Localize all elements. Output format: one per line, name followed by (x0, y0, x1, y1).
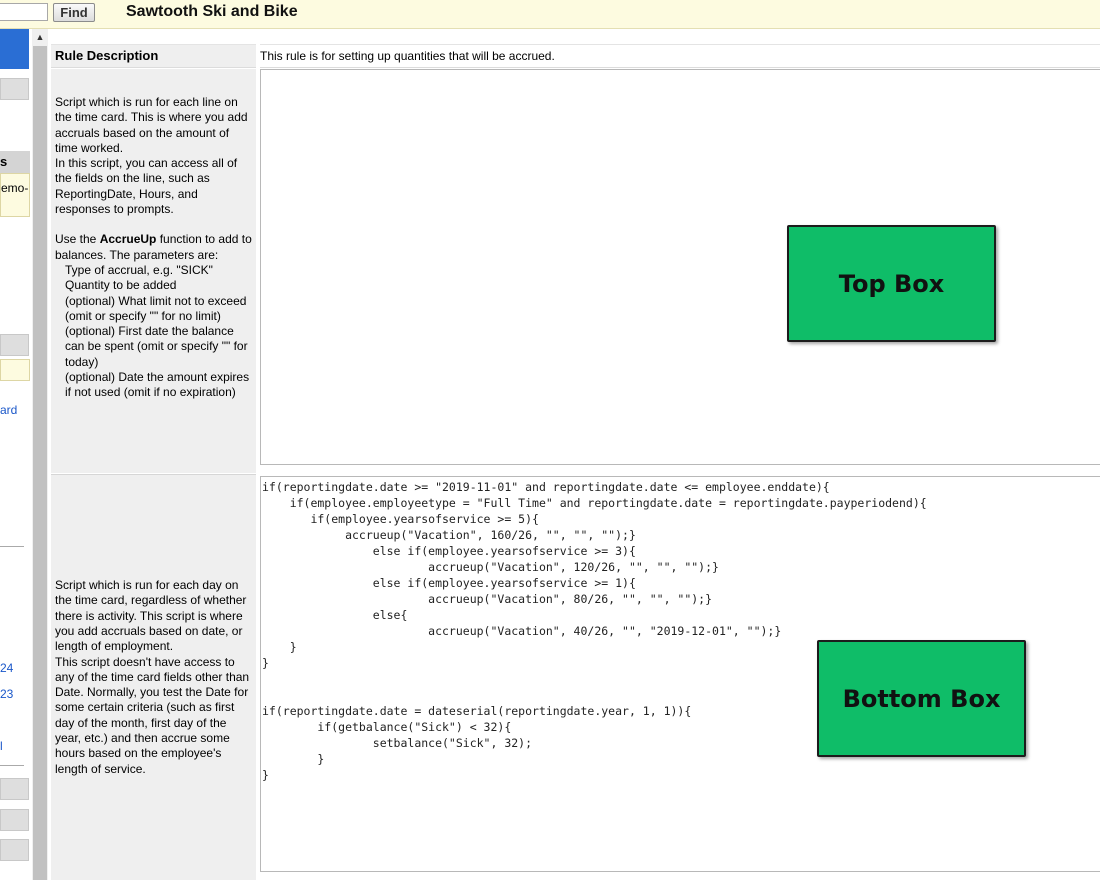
sidebar-button[interactable] (0, 334, 29, 356)
search-input[interactable] (0, 3, 48, 21)
help-text: In this script, you can access all of th… (55, 156, 238, 217)
sidebar-button[interactable] (0, 809, 29, 831)
sidebar-button[interactable] (0, 778, 29, 800)
day-script-help: Script which is run for each day on the … (51, 474, 256, 880)
sidebar-divider (0, 765, 24, 766)
bottom-box-annotation: Bottom Box (817, 640, 1026, 757)
sidebar-link[interactable]: 23 (0, 687, 13, 701)
find-button[interactable]: Find (53, 3, 95, 22)
sidebar-note: emo- (0, 173, 30, 217)
line-script-help: Script which is run for each line on the… (51, 69, 256, 473)
help-text: This script doesn't have access to any o… (55, 654, 250, 776)
sidebar-divider (0, 546, 24, 547)
param-item: Quantity to be added (65, 278, 177, 293)
vertical-scrollbar[interactable]: ▲ (32, 29, 48, 880)
help-text: Use the AccrueUp function to add to bala… (55, 232, 252, 263)
sidebar-link[interactable]: 24 (0, 661, 13, 675)
sidebar-selected-item[interactable] (0, 29, 29, 69)
function-name: AccrueUp (99, 232, 157, 247)
sidebar-button[interactable] (0, 839, 29, 861)
rule-description-value: This rule is for setting up quantities t… (260, 44, 1100, 68)
sidebar-link[interactable]: l (0, 739, 3, 753)
app-title: Sawtooth Ski and Bike (126, 3, 298, 20)
top-bar: Find Sawtooth Ski and Bike (0, 0, 1100, 29)
help-text: Script which is run for each line on the… (55, 95, 248, 155)
param-item: (optional) First date the balance can be… (65, 324, 248, 369)
sidebar: s emo- ard 24 23 l (0, 29, 32, 880)
sidebar-note (0, 359, 30, 381)
top-box-annotation: Top Box (787, 225, 996, 342)
sidebar-section-header: s (0, 151, 30, 173)
help-text-prefix: Use the (55, 232, 100, 247)
param-item: (optional) Date the amount expires if no… (65, 370, 250, 400)
sidebar-button[interactable] (0, 78, 29, 100)
param-item: (optional) What limit not to exceed (omi… (65, 293, 247, 323)
scroll-thumb[interactable] (33, 46, 47, 880)
param-item: Type of accrual, e.g. "SICK" (65, 262, 213, 277)
rule-description-label: Rule Description (51, 44, 256, 68)
help-text: Script which is run for each day on the … (55, 578, 247, 654)
sidebar-link[interactable]: ard (0, 403, 17, 417)
line-script-code[interactable] (261, 70, 1100, 72)
scroll-up-arrow-icon[interactable]: ▲ (32, 29, 48, 45)
